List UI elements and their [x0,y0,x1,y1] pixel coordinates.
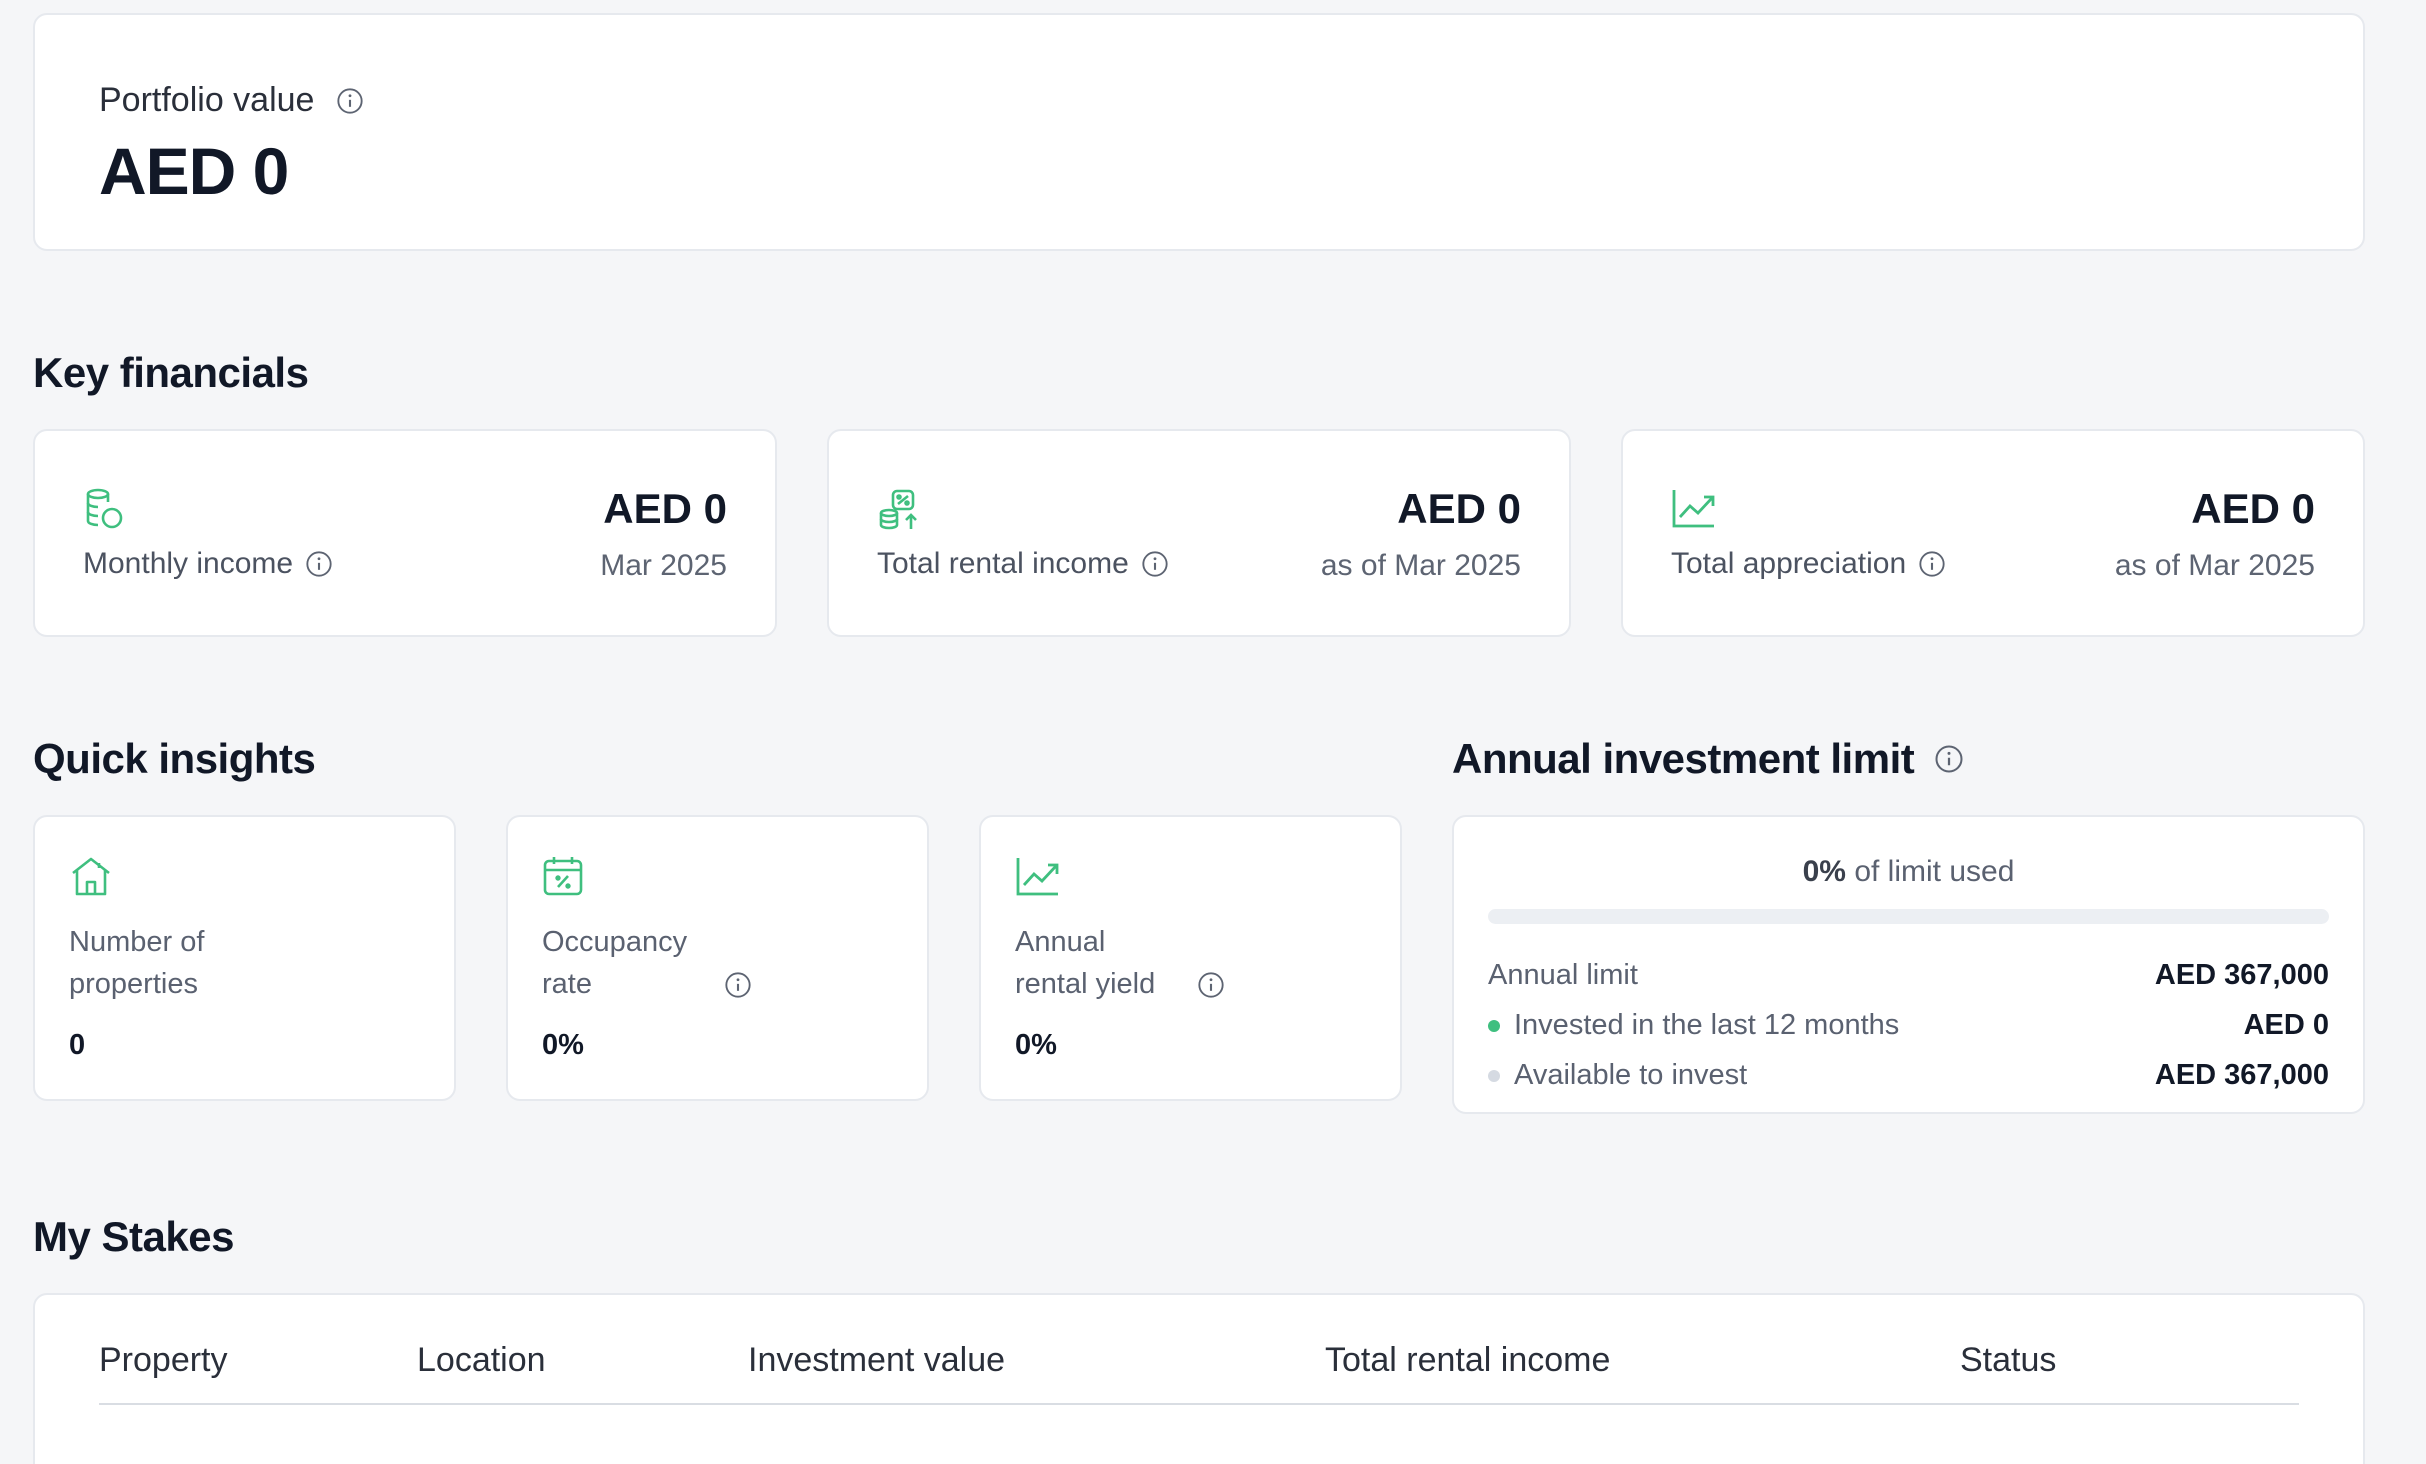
info-icon[interactable] [1918,550,1946,578]
annual-limit-value: AED 367,000 [2154,959,2329,991]
annual-limit-label: Annual limit [1488,959,1638,991]
total-rental-income-value: AED 0 [1397,485,1521,532]
portfolio-label: Portfolio value [99,81,315,119]
info-icon[interactable] [724,971,752,999]
column-header-total-rental-income[interactable]: Total rental income [1325,1341,1610,1380]
quick-insights-title: Quick insights [33,735,316,782]
invested-value: AED 0 [2243,1009,2329,1041]
invested-row: Invested in the last 12 months AED 0 [1488,1009,2329,1042]
house-icon [69,855,113,902]
total-appreciation-card: Total appreciation AED 0 as of Mar 2025 [1621,429,2365,637]
annual-limit-title: Annual investment limit [1452,735,1915,782]
portfolio-label-row: Portfolio value [99,81,364,120]
occupancy-rate-label: Occupancy rate [542,926,688,1000]
rental-income-icon [877,487,921,538]
invested-dot [1488,1019,1500,1032]
annual-limit-card: 0% of limit used Annual limit AED 367,00… [1452,815,2365,1114]
annual-rental-yield-card: Annual rental yield 0% [979,815,1402,1101]
occupancy-rate-value: 0% [542,1029,584,1061]
coins-stack-icon [83,487,123,538]
calendar-percent-icon [542,855,584,902]
column-header-investment-value[interactable]: Investment value [748,1341,1005,1380]
available-value: AED 367,000 [2154,1059,2329,1091]
occupancy-rate-card: Occupancy rate 0% [506,815,929,1101]
monthly-income-label: Monthly income [83,547,294,580]
invested-label: Invested in the last 12 months [1514,1009,1900,1041]
my-stakes-title: My Stakes [33,1213,234,1260]
available-dot [1488,1069,1500,1082]
available-label: Available to invest [1514,1059,1748,1091]
monthly-income-value: AED 0 [603,485,727,532]
monthly-income-label-row: Monthly income [83,547,333,581]
total-appreciation-value: AED 0 [2191,485,2315,532]
info-icon[interactable] [1934,744,1964,774]
total-appreciation-label-row: Total appreciation [1671,547,1946,581]
page: Portfolio value AED 0 Key financials Mon… [0,0,2426,1464]
portfolio-card: Portfolio value AED 0 [33,13,2365,251]
annual-rental-yield-value: 0% [1015,1029,1057,1061]
annual-limit-title-row: Annual investment limit [1452,735,1964,783]
number-of-properties-label: Number of properties [69,926,205,1000]
stakes-table-header: Property Location Investment value Total… [99,1335,2299,1405]
trend-chart-icon [1671,487,1717,534]
number-of-properties-card: Number of properties 0 [33,815,456,1101]
total-appreciation-date: as of Mar 2025 [2114,549,2315,582]
total-appreciation-label: Total appreciation [1671,547,1907,580]
limit-used-suffix: of limit used [1854,855,2015,888]
column-header-status[interactable]: Status [1960,1341,2056,1380]
stakes-table: Property Location Investment value Total… [33,1293,2365,1464]
column-header-location[interactable]: Location [417,1341,546,1380]
key-financials-title: Key financials [33,349,309,396]
number-of-properties-value: 0 [69,1029,86,1061]
info-icon[interactable] [1197,971,1225,999]
monthly-income-card: Monthly income AED 0 Mar 2025 [33,429,777,637]
total-rental-income-date: as of Mar 2025 [1320,549,1521,582]
column-header-property[interactable]: Property [99,1341,228,1380]
annual-rental-yield-label: Annual rental yield [1015,926,1156,1000]
total-rental-income-label-row: Total rental income [877,547,1169,581]
total-rental-income-label: Total rental income [877,547,1129,580]
limit-used-text: 0% of limit used [1454,855,2363,889]
annual-limit-row: Annual limit AED 367,000 [1488,959,2329,992]
available-row: Available to invest AED 367,000 [1488,1059,2329,1092]
info-icon[interactable] [1141,550,1169,578]
total-rental-income-card: Total rental income AED 0 as of Mar 2025 [827,429,1571,637]
limit-progress-bar [1488,909,2329,924]
monthly-income-date: Mar 2025 [600,549,727,582]
info-icon[interactable] [305,550,333,578]
limit-used-percent: 0% [1802,855,1846,888]
info-icon[interactable] [336,87,364,115]
portfolio-value: AED 0 [99,134,289,208]
trend-chart-icon [1015,855,1061,902]
